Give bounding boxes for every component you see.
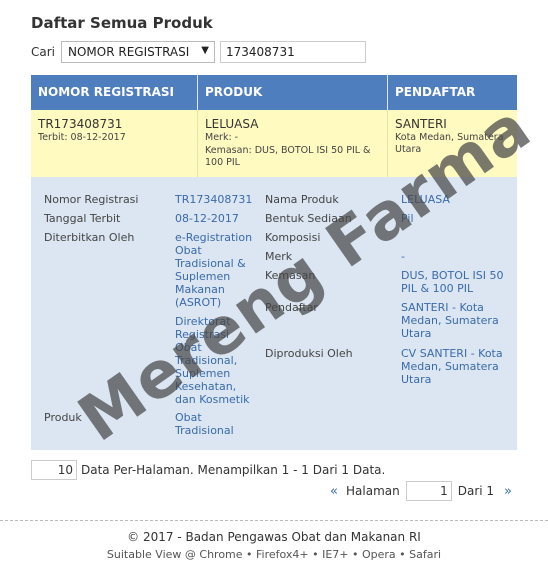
cell-nomor-registrasi: TR173408731 Terbit: 08-12-2017 [31,110,198,177]
page-label: Halaman [346,484,400,498]
column-header-nomor-registrasi[interactable]: NOMOR REGISTRASI [31,75,198,110]
search-label: Cari [31,45,55,59]
column-header-produk[interactable]: PRODUK [198,75,388,110]
detail-value-diterbitkan-oleh-2: Direktorat Registrasi Obat Tradisional, … [175,315,250,406]
page-title: Daftar Semua Produk [31,14,213,32]
detail-value-tanggal-terbit: 08-12-2017 [175,212,239,225]
table-header: NOMOR REGISTRASI PRODUK PENDAFTAR [31,75,517,110]
product-name: LELUASA [205,117,259,131]
registrant-name: SANTERI [395,117,447,131]
issue-date: Terbit: 08-12-2017 [38,132,126,143]
detail-value-pendaftar: SANTERI - Kota Medan, Sumatera Utara [401,301,499,340]
detail-label-komposisi: Komposisi [265,231,321,244]
page-total: Dari 1 [457,484,495,498]
detail-value-merk: - [401,250,405,263]
detail-value-diterbitkan-oleh-1: e-Registration Obat Tradisional & Suplem… [175,231,253,309]
product-table: NOMOR REGISTRASI PRODUK PENDAFTAR TR1734… [31,75,517,450]
detail-label-nomor-registrasi: Nomor Registrasi [44,193,139,206]
per-page-control: 10 Data Per-Halaman. Menampilkan 1 - 1 D… [31,460,385,480]
detail-label-tanggal-terbit: Tanggal Terbit [44,212,121,225]
footer-browser-support: Suitable View @ Chrome • Firefox4+ • IE7… [106,548,442,561]
table-row[interactable]: TR173408731 Terbit: 08-12-2017 LELUASA M… [31,110,517,177]
pagination: « Halaman 1 Dari 1 » [326,481,516,501]
detail-label-pendaftar: Pendaftar [265,301,318,314]
pagination-summary: Data Per-Halaman. Menampilkan 1 - 1 Dari… [81,463,386,477]
next-page-icon[interactable]: » [500,484,516,499]
detail-label-bentuk-sediaan: Bentuk Sediaan [265,212,352,225]
chevron-down-icon: ▼ [201,45,209,56]
search-field-selected: NOMOR REGISTRASI [68,45,190,59]
cell-produk: LELUASA Merk: - Kemasan: DUS, BOTOL ISI … [198,110,388,177]
detail-label-diterbitkan-oleh: Diterbitkan Oleh [44,231,135,244]
prev-page-icon[interactable]: « [326,484,342,499]
detail-label-merk: Merk [265,250,293,263]
product-brand: Merk: - [205,132,239,143]
detail-label-kemasan: Kemasan [265,269,316,282]
column-header-pendaftar[interactable]: PENDAFTAR [388,75,517,110]
detail-label-produk: Produk [44,411,82,424]
product-packaging: Kemasan: DUS, BOTOL ISI 50 PIL & 100 PIL [205,145,371,168]
footer-copyright: © 2017 - Badan Pengawas Obat dan Makanan… [127,530,421,544]
detail-value-produk: Obat Tradisional [175,411,234,437]
page-number-input[interactable]: 1 [405,481,452,501]
search-input[interactable]: 173408731 [220,41,366,63]
footer-divider [0,520,548,521]
detail-value-diproduksi-oleh: CV SANTERI - Kota Medan, Sumatera Utara [401,347,503,386]
row-detail-panel: Nomor Registrasi TR173408731 Tanggal Ter… [31,177,517,450]
detail-label-diproduksi-oleh: Diproduksi Oleh [265,347,353,360]
per-page-input[interactable]: 10 [31,460,77,480]
registrant-location: Kota Medan, Sumatera Utara [395,132,504,155]
detail-value-nomor-registrasi: TR173408731 [175,193,253,206]
detail-value-kemasan: DUS, BOTOL ISI 50 PIL & 100 PIL [401,269,504,295]
cell-pendaftar: SANTERI Kota Medan, Sumatera Utara [388,110,517,177]
registration-number: TR173408731 [38,117,123,131]
detail-label-nama-produk: Nama Produk [265,193,339,206]
search-bar: Cari NOMOR REGISTRASI ▼ 173408731 [31,41,366,63]
detail-value-bentuk-sediaan: Pil [401,212,414,225]
search-field-select[interactable]: NOMOR REGISTRASI ▼ [61,41,215,63]
detail-value-nama-produk: LELUASA [401,193,450,206]
